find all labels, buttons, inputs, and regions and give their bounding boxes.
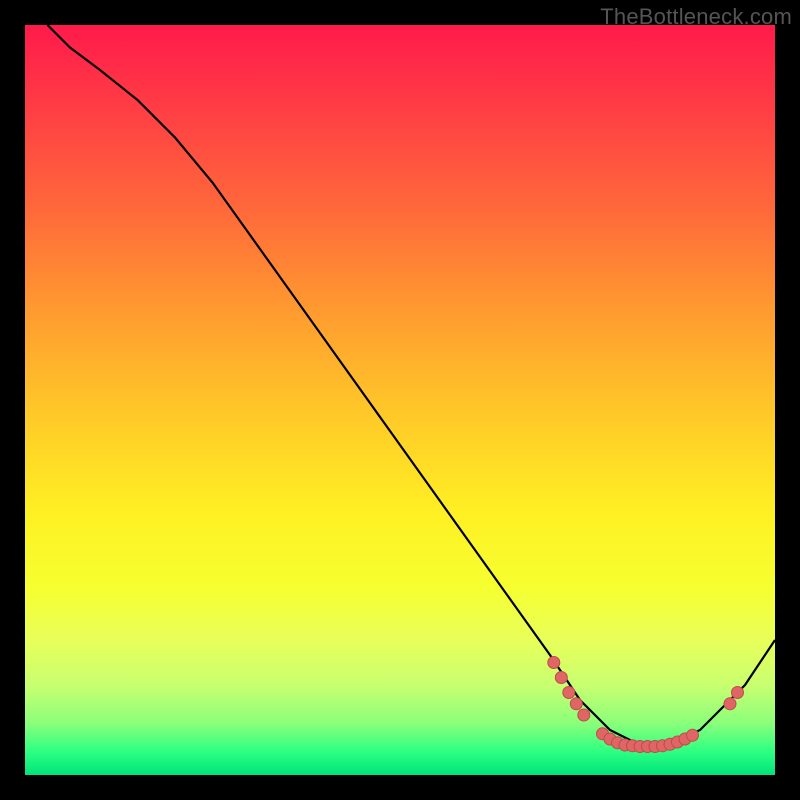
curve-marker — [627, 740, 639, 752]
curve-marker — [679, 733, 691, 745]
curve-marker — [619, 739, 631, 751]
curve-marker — [604, 733, 616, 745]
curve-marker — [724, 698, 736, 710]
curve-svg — [25, 25, 775, 775]
chart-frame: TheBottleneck.com — [0, 0, 800, 800]
curve-marker — [612, 737, 624, 749]
curve-marker — [642, 741, 654, 753]
attribution-label: TheBottleneck.com — [600, 4, 792, 30]
curve-marker — [578, 709, 590, 721]
curve-marker — [687, 729, 699, 741]
curve-marker — [664, 738, 676, 750]
curve-marker — [657, 740, 669, 752]
curve-marker — [548, 657, 560, 669]
curve-marker — [732, 687, 744, 699]
curve-marker — [649, 741, 661, 753]
curve-marker — [570, 698, 582, 710]
curve-marker — [563, 687, 575, 699]
plot-area — [25, 25, 775, 775]
curve-marker — [634, 741, 646, 753]
curve-markers — [548, 657, 744, 753]
bottleneck-curve — [48, 25, 776, 745]
curve-marker — [555, 672, 567, 684]
curve-marker — [597, 728, 609, 740]
curve-marker — [672, 736, 684, 748]
